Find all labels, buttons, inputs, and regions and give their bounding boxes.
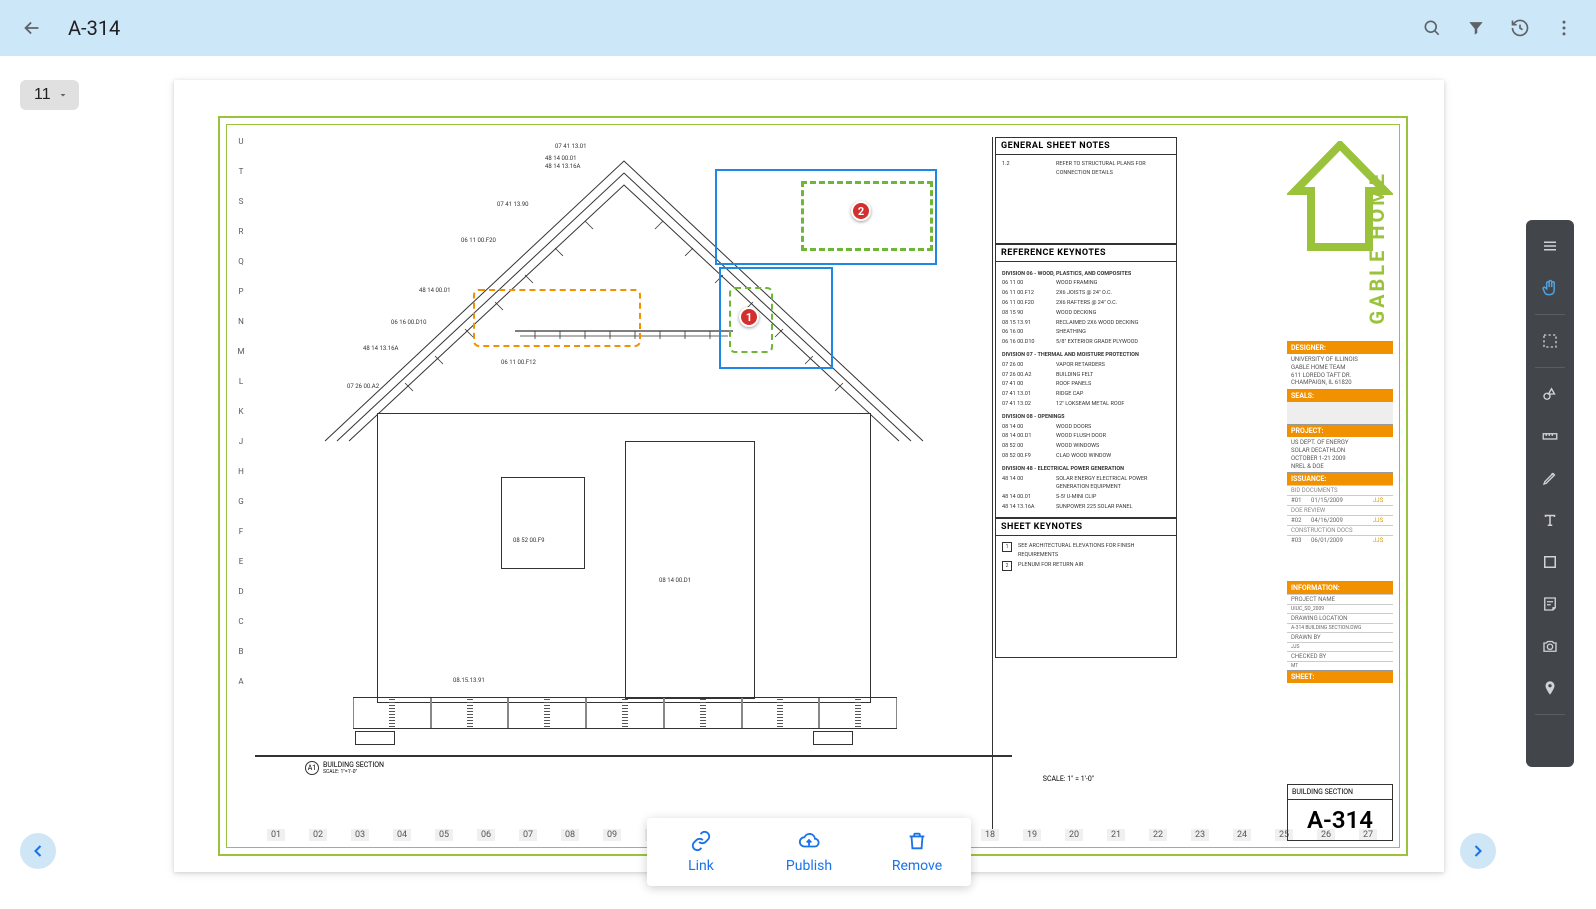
draw-tool-button[interactable] (1532, 460, 1568, 496)
text-icon (1541, 511, 1559, 529)
drawing-sheet[interactable]: UTSRQPNMLKJHGFEDCBA 01020304050607080910… (174, 80, 1444, 872)
leader: 48 14 00.01 (545, 155, 577, 162)
more-button[interactable] (1544, 8, 1584, 48)
note-icon (1541, 595, 1559, 613)
pin-tool-button[interactable] (1532, 670, 1568, 706)
history-icon (1510, 18, 1530, 38)
marquee-icon (1541, 332, 1559, 350)
sheet-keynotes: SHEET KEYNOTES 1SEE ARCHITECTURAL ELEVAT… (995, 518, 1177, 659)
select-tool-button[interactable] (1532, 323, 1568, 359)
leader: 06 16 00.D10 (391, 319, 426, 326)
building-section-plan: 07 41 13.01 48 14 00.01 48 14 13.16A 07 … (255, 137, 993, 829)
shapes-icon (1541, 385, 1559, 403)
page-title: A-314 (68, 16, 120, 40)
image-tool-button[interactable] (1532, 723, 1568, 759)
app-header: A-314 (0, 0, 1596, 56)
chevron-right-icon (1468, 841, 1488, 861)
chevron-left-icon (28, 841, 48, 861)
toolbar-menu-button[interactable] (1532, 228, 1568, 264)
pencil-icon (1541, 469, 1559, 487)
ruler-icon (1541, 427, 1559, 445)
sheet-number: A-314 (1288, 800, 1392, 840)
search-icon (1422, 18, 1442, 38)
history-button[interactable] (1500, 8, 1540, 48)
row-labels: UTSRQPNMLKJHGFEDCBA (233, 137, 249, 686)
page-select-value: 11 (34, 86, 51, 104)
more-vert-icon (1554, 18, 1574, 38)
text-tool-button[interactable] (1532, 502, 1568, 538)
note-tool-button[interactable] (1532, 586, 1568, 622)
markup-cloud[interactable] (473, 289, 641, 347)
leader: 06 11 00.F12 (501, 359, 536, 366)
pan-tool-button[interactable] (1532, 270, 1568, 306)
issue-pin[interactable]: 1 (739, 307, 759, 327)
location-icon (1541, 679, 1559, 697)
camera-icon (1541, 637, 1559, 655)
section-mark: A1 BUILDING SECTION SCALE: 1"=1'-0" (305, 761, 384, 775)
back-button[interactable] (12, 8, 52, 48)
caret-down-icon (57, 89, 69, 101)
measure-tool-button[interactable] (1532, 418, 1568, 454)
leader: 07 41 13.90 (497, 201, 529, 208)
shape-tool-button[interactable] (1532, 376, 1568, 412)
general-notes: GENERAL SHEET NOTES 1.2REFER TO STRUCTUR… (995, 137, 1177, 244)
link-button[interactable]: Link (647, 818, 755, 886)
reference-keynotes: REFERENCE KEYNOTES DIVISION 06 - WOOD, P… (995, 244, 1177, 518)
prev-sheet-button[interactable] (20, 833, 56, 869)
publish-button[interactable]: Publish (755, 818, 863, 886)
issue-pin[interactable]: 2 (851, 201, 871, 221)
link-icon (690, 830, 712, 852)
markup-action-bar: Link Publish Remove (647, 818, 971, 886)
menu-icon (1541, 237, 1559, 255)
leader: 07 41 13.01 (555, 143, 587, 150)
leader: 48 14 13.16A (363, 345, 398, 352)
logo-text: GABLE HOME (1365, 171, 1389, 325)
next-sheet-button[interactable] (1460, 833, 1496, 869)
leader: 06 11 00.F20 (461, 237, 496, 244)
leader: 08 52 00.F9 (513, 537, 544, 544)
markup-toolbar (1526, 220, 1574, 767)
cloud-upload-icon (798, 830, 820, 852)
leader: 07 26 00.A2 (347, 383, 379, 390)
leader: 08.15.13.91 (453, 677, 485, 684)
remove-button[interactable]: Remove (863, 818, 971, 886)
camera-tool-button[interactable] (1532, 628, 1568, 664)
page-select-button[interactable]: 11 (20, 80, 79, 110)
filter-icon (1466, 18, 1486, 38)
page-select[interactable]: 11 (20, 80, 79, 110)
arrow-back-icon (21, 17, 43, 39)
title-block: GABLE HOME DESIGNER:UNIVERSITY OF ILLINO… (1287, 131, 1393, 841)
leader: 48 14 00.01 (419, 287, 451, 294)
leader: 08 14 00.D1 (659, 577, 691, 584)
square-icon (1541, 553, 1559, 571)
filter-button[interactable] (1456, 8, 1496, 48)
trash-icon (906, 830, 928, 852)
search-button[interactable] (1412, 8, 1452, 48)
leader: 48 14 13.16A (545, 163, 580, 170)
stamp-tool-button[interactable] (1532, 544, 1568, 580)
notes-column: GENERAL SHEET NOTES 1.2REFER TO STRUCTUR… (995, 137, 1177, 817)
hand-icon (1540, 278, 1560, 298)
